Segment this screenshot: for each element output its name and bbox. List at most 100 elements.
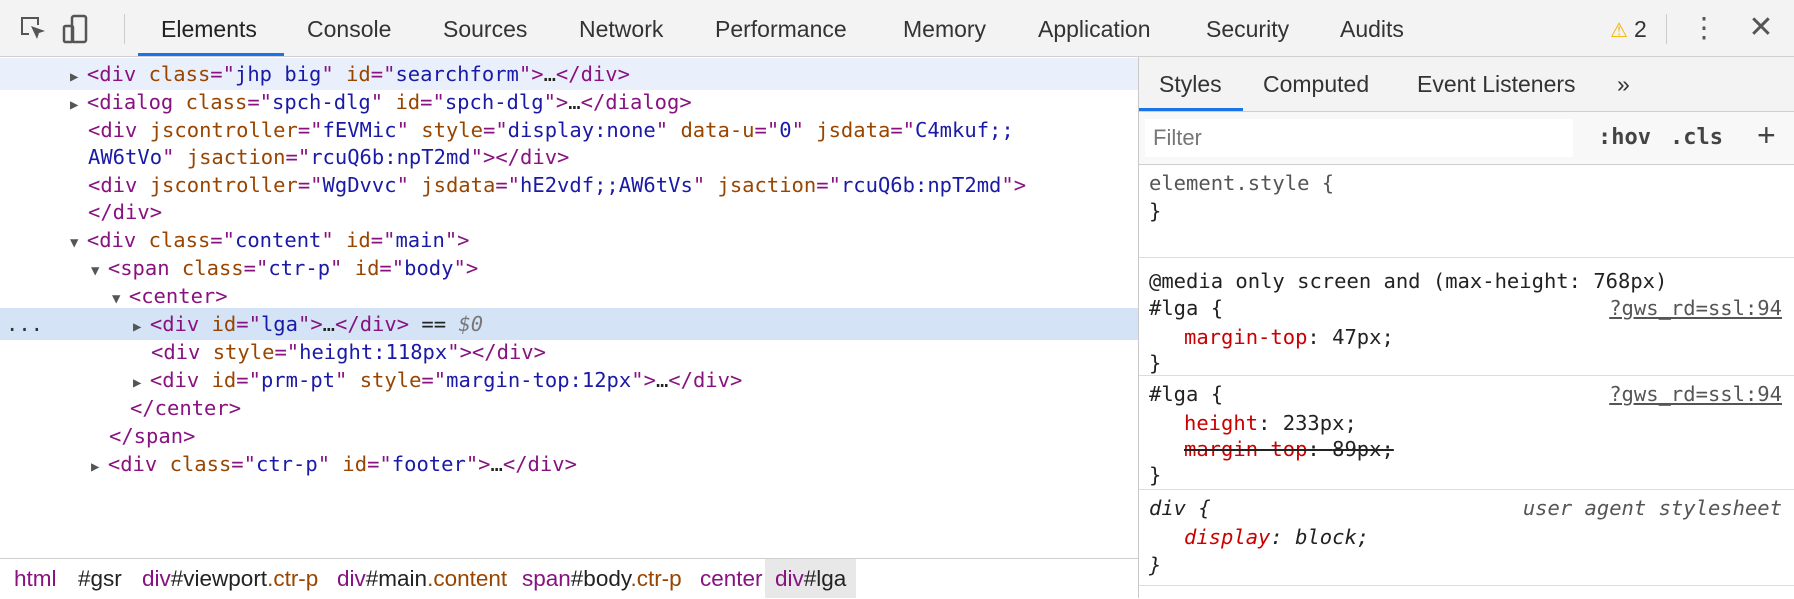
tab-network[interactable]: Network [579, 0, 663, 57]
dom-token: "> [465, 452, 491, 476]
dom-token: "> [453, 256, 479, 280]
rule-source-link[interactable]: ?gws_rd=ssl:94 [1609, 294, 1782, 322]
dom-token: jsdata [816, 118, 891, 142]
dom-token: spch-dlg [444, 90, 544, 114]
dom-token: fEVMic [322, 118, 397, 142]
breadcrumb-cls: .content [427, 566, 508, 591]
dom-token: searchform [395, 62, 519, 86]
breadcrumb-id: #gsr [78, 566, 122, 591]
dom-token: class [148, 228, 211, 252]
breadcrumb-item[interactable]: center [700, 559, 763, 598]
dom-token: data-u [680, 118, 755, 142]
user-agent-rule: div { user agent stylesheet display: blo… [1139, 489, 1794, 586]
tab-event-listeners[interactable]: Event Listeners [1417, 57, 1576, 111]
dom-token: class [185, 90, 248, 114]
dom-token: content [234, 228, 322, 252]
rule-selector: div { [1149, 496, 1211, 520]
warning-count: 2 [1633, 16, 1647, 42]
dom-token: =" [247, 90, 273, 114]
breadcrumb-tag: div [775, 566, 804, 591]
new-style-rule-icon[interactable]: + [1757, 115, 1776, 155]
dom-token: ctr-p [268, 256, 331, 280]
dom-token: =" [890, 118, 915, 142]
breadcrumb-cls: .ctr-p [630, 566, 682, 591]
dom-token: <div [149, 312, 212, 336]
close-icon[interactable]: ✕ [1746, 10, 1776, 46]
collapse-triangle-icon[interactable]: ▼ [70, 235, 87, 251]
tab-elements[interactable]: Elements [161, 0, 257, 57]
dom-token: =" [370, 228, 396, 252]
more-tabs-icon[interactable]: » [1617, 57, 1630, 111]
expand-triangle-icon[interactable]: ▶ [91, 459, 108, 475]
css-property: margin-top [1184, 325, 1308, 349]
css-declaration[interactable]: height: 233px; [1184, 409, 1357, 437]
dom-token: =" [421, 368, 447, 392]
styles-sidebar: Styles Computed Event Listeners » :hov .… [1139, 57, 1794, 598]
class-toggle[interactable]: .cls [1670, 119, 1723, 157]
breadcrumb-item[interactable]: span#body.ctr-p [522, 559, 682, 598]
dom-token: </center> [130, 396, 242, 420]
element-style-rule: element.style { } [1139, 165, 1794, 258]
dom-token: =" [370, 62, 396, 86]
hover-state-toggle[interactable]: :hov [1598, 119, 1651, 157]
more-options-icon[interactable]: ⋮ [1690, 12, 1718, 46]
tab-performance[interactable]: Performance [715, 0, 847, 57]
collapse-triangle-icon[interactable]: ▼ [112, 291, 129, 307]
dom-token: style [421, 118, 483, 142]
media-rule: @media only screen and (max-height: 768p… [1139, 257, 1794, 376]
dom-token: =" [816, 173, 841, 197]
overridden-declaration[interactable]: margin-top: 89px; [1184, 435, 1394, 463]
lga-rule: #lga { ?gws_rd=ssl:94 height: 233px; mar… [1139, 375, 1794, 490]
breadcrumb-item[interactable]: div#viewport.ctr-p [142, 559, 318, 598]
dom-token: <div [86, 62, 149, 86]
dom-token: " [317, 452, 343, 476]
breadcrumb-item[interactable]: html [14, 559, 57, 598]
dom-token: "> [631, 368, 656, 392]
styles-filter-input[interactable] [1145, 119, 1573, 157]
tab-audits[interactable]: Audits [1340, 0, 1404, 57]
dom-token: =" [420, 90, 445, 114]
rule-source-link[interactable]: ?gws_rd=ssl:94 [1609, 380, 1782, 408]
tab-computed[interactable]: Computed [1263, 57, 1369, 111]
dom-token: "> [1001, 173, 1027, 197]
tab-console[interactable]: Console [307, 0, 391, 57]
dom-token: margin-top:12px [446, 368, 632, 392]
expand-triangle-icon[interactable]: ▶ [70, 69, 87, 85]
expand-triangle-icon[interactable]: ▶ [70, 97, 87, 113]
tab-sources[interactable]: Sources [443, 0, 527, 57]
css-property: margin-top [1184, 437, 1308, 461]
dom-token: <dialog [86, 90, 186, 114]
tab-styles[interactable]: Styles [1159, 57, 1222, 111]
tab-security[interactable]: Security [1206, 0, 1289, 57]
breadcrumb-item[interactable]: div#lga [765, 559, 857, 598]
css-declaration[interactable]: margin-top: 47px; [1184, 323, 1394, 351]
tab-application[interactable]: Application [1038, 0, 1151, 57]
breadcrumb-tag: center [700, 566, 763, 591]
breadcrumb-item[interactable]: #gsr [78, 559, 122, 598]
dom-token: <div [149, 368, 212, 392]
dom-token: 0 [779, 118, 792, 142]
expand-triangle-icon[interactable]: ▶ [133, 319, 150, 335]
dom-token: =" [379, 256, 405, 280]
tab-memory[interactable]: Memory [903, 0, 986, 57]
css-declaration: display: block; [1184, 525, 1370, 549]
dom-token: " [791, 118, 817, 142]
dom-token: body [404, 256, 454, 280]
device-toolbar-icon[interactable] [62, 14, 92, 44]
inspect-element-icon[interactable] [18, 14, 48, 44]
collapse-triangle-icon[interactable]: ▼ [91, 263, 108, 279]
media-query: @media only screen and (max-height: 768p… [1149, 269, 1668, 293]
active-sidebar-tab-indicator [1139, 108, 1243, 111]
dom-token: "> [297, 312, 323, 336]
dom-token: =" [495, 173, 521, 197]
css-value: 233px; [1282, 411, 1357, 435]
warning-icon: ⚠ [1610, 20, 1628, 42]
warnings-counter[interactable]: ⚠ 2 [1610, 0, 1647, 57]
breadcrumb-id: #lga [803, 566, 847, 591]
dom-node-line[interactable]: ▶ <div class="ctr-p" id="footer">…</div> [0, 448, 1138, 480]
dom-token: =" [236, 368, 261, 392]
expand-triangle-icon[interactable]: ▶ [133, 375, 150, 391]
breadcrumb-item[interactable]: div#main.content [337, 559, 507, 598]
dom-token: </dialog> [580, 90, 692, 114]
sidebar-tabs: Styles Computed Event Listeners » [1139, 57, 1794, 112]
